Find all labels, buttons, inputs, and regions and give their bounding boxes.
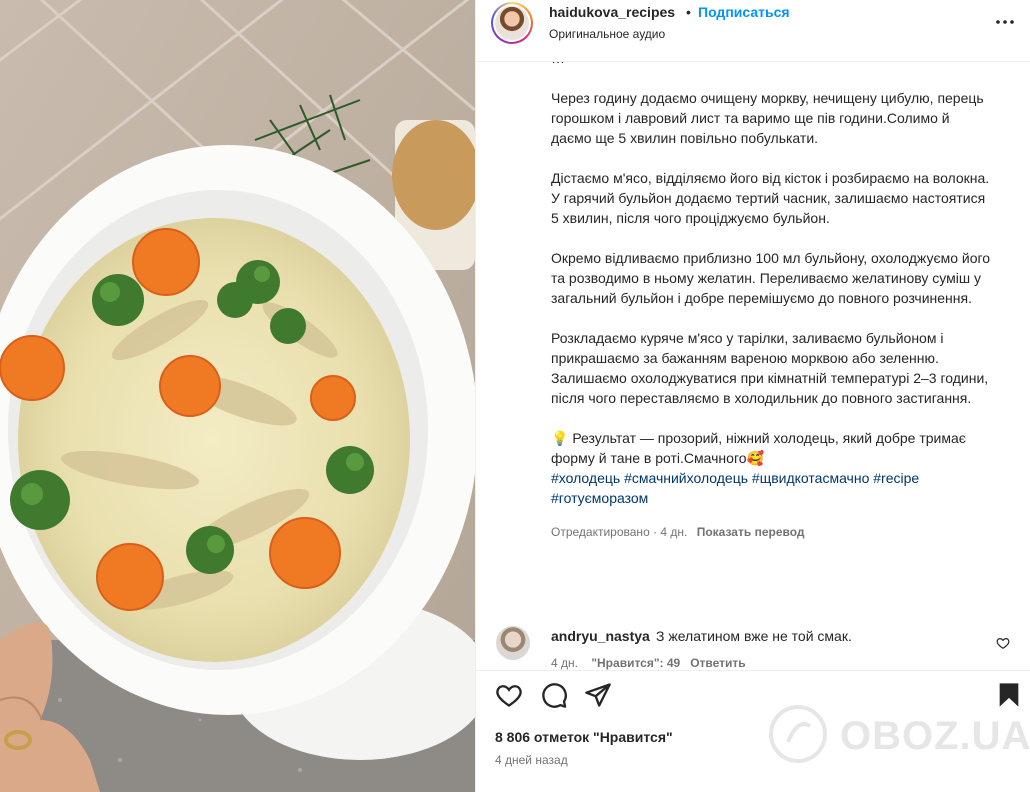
header-separator: • [686, 4, 691, 20]
more-horizontal-icon[interactable] [993, 10, 1017, 34]
comment-likes[interactable]: "Нравится": 49 [591, 656, 680, 670]
comment-meta: 4 дн. "Нравится": 49 Ответить [551, 656, 746, 670]
post-panel: haidukova_recipes • Подписаться Оригинал… [475, 0, 1030, 792]
watermark-text: OBOZ.UA [840, 714, 1030, 758]
watermark: OBOZ.UA [768, 692, 1030, 782]
comment-item: andryu_nastya З желатином вже не той сма… [496, 626, 1016, 670]
caption-cut-line: … [551, 62, 991, 68]
caption-hashtags[interactable]: #холодець #смачнийхолодець #щвидкотасмач… [551, 468, 991, 508]
audio-label[interactable]: Оригинальное аудио [549, 27, 665, 41]
post-comments-area[interactable]: … Через годину додаємо очищену моркву, н… [476, 62, 1030, 670]
post-timestamp[interactable]: 4 дней назад [495, 753, 568, 767]
post-image[interactable] [0, 0, 475, 792]
comment-age: 4 дн. [551, 656, 578, 670]
caption-paragraph: 💡 Результат — прозорий, ніжний холодець,… [551, 430, 966, 466]
author-avatar[interactable] [491, 2, 533, 44]
author-username[interactable]: haidukova_recipes [549, 4, 675, 20]
comment-text: З желатином вже не той смак. [656, 628, 852, 644]
commenter-username[interactable]: andryu_nastya [551, 628, 650, 644]
likes-count[interactable]: 8 806 отметок "Нравится" [495, 729, 673, 745]
edited-label: Отредактировано · 4 дн. [551, 525, 688, 539]
caption-meta: Отредактировано · 4 дн. Показать перевод [551, 522, 991, 542]
commenter-avatar[interactable] [496, 626, 530, 660]
caption-paragraph: Дістаємо м'ясо, відділяємо його від кіст… [551, 170, 990, 226]
share-icon[interactable] [584, 681, 612, 709]
follow-button[interactable]: Подписаться [698, 4, 790, 20]
comment-icon[interactable] [540, 681, 568, 709]
post-caption: … Через годину додаємо очищену моркву, н… [551, 62, 991, 542]
caption-paragraph: Розкладаємо куряче м'ясо у тарілки, зали… [551, 330, 989, 406]
translate-button[interactable]: Показать перевод [697, 525, 805, 539]
heart-outline-icon[interactable] [996, 636, 1010, 650]
soup-photo [0, 0, 475, 792]
reply-button[interactable]: Ответить [690, 656, 745, 670]
post-header: haidukova_recipes • Подписаться Оригинал… [476, 0, 1030, 62]
heart-icon[interactable] [495, 681, 523, 709]
watermark-logo-icon [769, 705, 827, 763]
caption-paragraph: Окремо відливаємо приблизно 100 мл бульй… [551, 250, 991, 306]
caption-paragraph: Через годину додаємо очищену моркву, неч… [551, 90, 984, 146]
